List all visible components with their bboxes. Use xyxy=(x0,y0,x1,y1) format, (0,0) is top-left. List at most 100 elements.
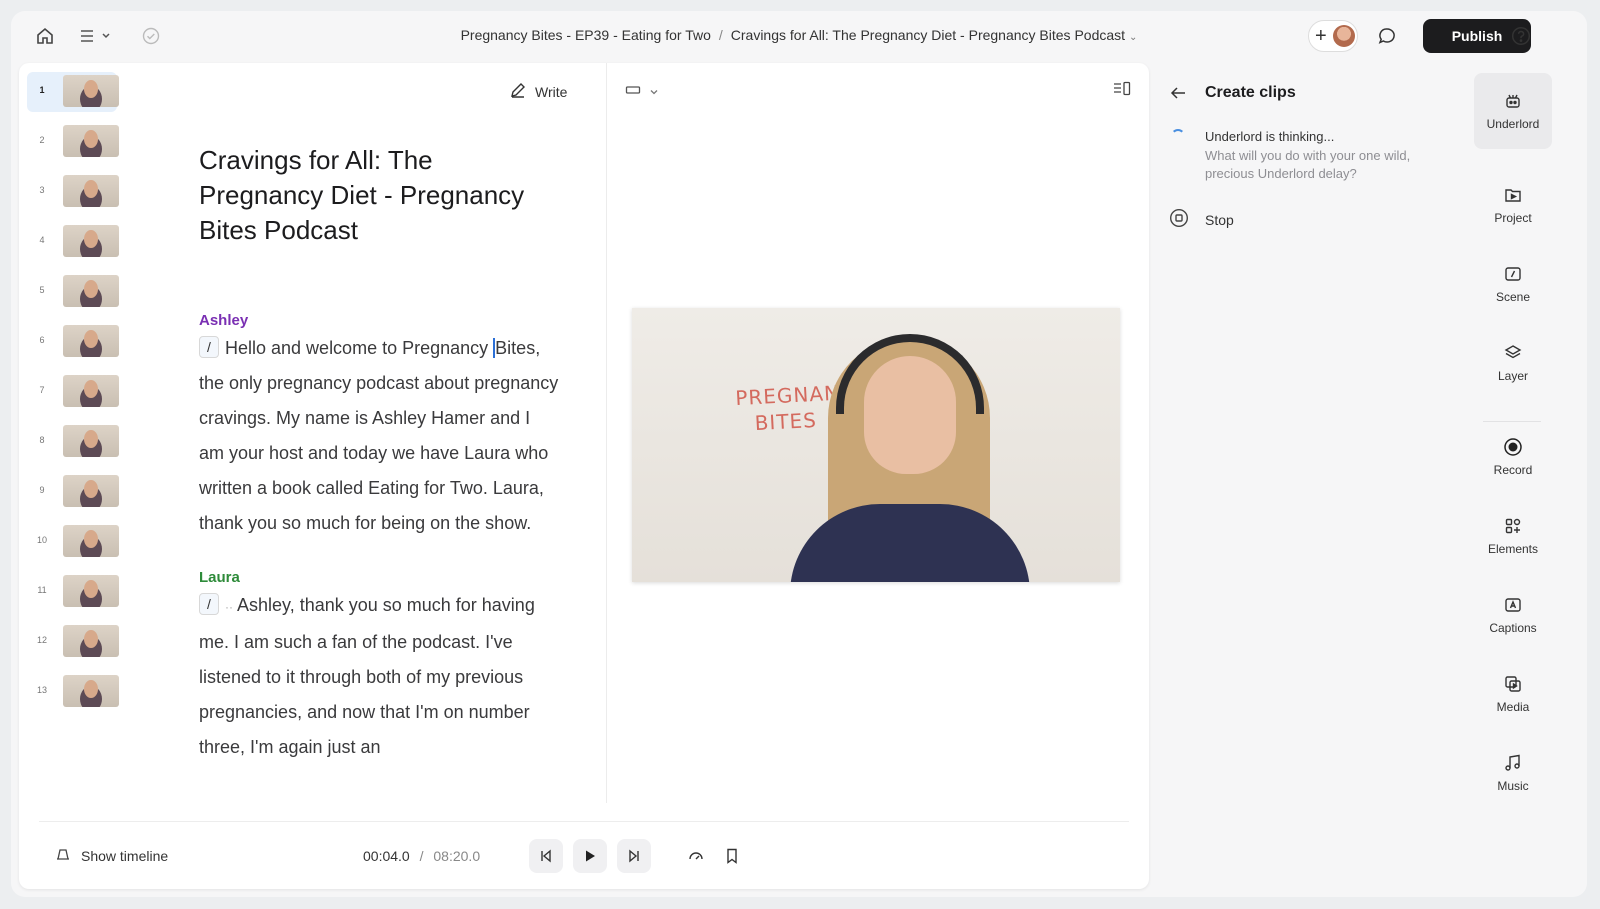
sidebar-item-label: Captions xyxy=(1489,621,1537,635)
show-timeline-label: Show timeline xyxy=(81,847,169,864)
scene-item[interactable]: 11 xyxy=(27,571,127,621)
scene-thumbnail[interactable] xyxy=(63,275,119,307)
scene-thumbnail[interactable] xyxy=(63,125,119,157)
scene-thumbnail[interactable] xyxy=(63,75,119,107)
aspect-ratio-dropdown[interactable] xyxy=(625,83,659,101)
sidebar-item-record[interactable]: Record xyxy=(1474,419,1552,495)
write-button[interactable]: Write xyxy=(509,81,567,102)
panel-title: Create clips xyxy=(1205,84,1296,101)
scene-item[interactable]: 4 xyxy=(27,221,127,271)
breadcrumb-project[interactable]: Pregnancy Bites - EP39 - Eating for Two xyxy=(461,27,711,43)
scene-number: 2 xyxy=(39,135,45,145)
sidebar-item-scene[interactable]: Scene xyxy=(1474,246,1552,322)
transcript-paragraph[interactable]: / ·· Ashley, thank you so much for having … xyxy=(199,588,559,765)
document-title[interactable]: Cravings for All: The Pregnancy Diet - P… xyxy=(199,143,559,248)
breadcrumb-document[interactable]: Cravings for All: The Pregnancy Diet - P… xyxy=(731,27,1125,43)
collaborators-button[interactable]: + xyxy=(1308,20,1358,52)
scene-thumbnail[interactable] xyxy=(63,225,119,257)
chevron-down-icon xyxy=(649,83,659,101)
sidebar-item-music[interactable]: Music xyxy=(1474,735,1552,811)
scene-number: 1 xyxy=(39,85,45,95)
scene-number: 7 xyxy=(39,385,45,395)
sidebar-item-label: Record xyxy=(1493,463,1533,477)
script-document[interactable]: Cravings for All: The Pregnancy Diet - P… xyxy=(199,143,559,803)
stop-label: Stop xyxy=(1205,211,1234,228)
timeline-icon xyxy=(55,847,71,864)
scene-item[interactable]: 13 xyxy=(27,671,127,721)
sidebar-item-project[interactable]: Project xyxy=(1474,167,1552,243)
sidebar-item-underlord[interactable]: Underlord xyxy=(1474,73,1552,149)
speed-icon xyxy=(689,852,703,860)
thinking-status: Underlord is thinking... xyxy=(1205,129,1335,144)
scene-item[interactable]: 5 xyxy=(27,271,127,321)
chevron-down-icon[interactable]: ⌄ xyxy=(1129,32,1137,43)
skip-back-button[interactable] xyxy=(529,839,563,873)
scene-item[interactable]: 7 xyxy=(27,371,127,421)
skip-forward-icon xyxy=(629,849,639,863)
scene-item[interactable]: 8 xyxy=(27,421,127,471)
play-button[interactable] xyxy=(573,839,607,873)
write-label: Write xyxy=(535,83,568,100)
sidebar-item-media[interactable]: Media xyxy=(1474,656,1552,732)
scene-number: 8 xyxy=(39,435,45,445)
divider xyxy=(606,63,607,803)
back-arrow-icon[interactable] xyxy=(1169,85,1187,106)
scene-thumbnail[interactable] xyxy=(63,525,119,557)
shapes-icon xyxy=(1505,518,1521,534)
scene-item[interactable]: 6 xyxy=(27,321,127,371)
scene-thumbnail[interactable] xyxy=(63,325,119,357)
gap-marker: ·· xyxy=(225,600,233,614)
breadcrumb-separator: / xyxy=(718,27,723,43)
scene-thumbnail[interactable] xyxy=(63,425,119,457)
media-icon xyxy=(1505,676,1521,692)
layout-toggle-icon[interactable] xyxy=(1113,81,1131,102)
scene-item[interactable]: 9 xyxy=(27,471,127,521)
scene-break-marker[interactable]: / xyxy=(199,336,219,358)
loop-button[interactable] xyxy=(679,839,713,873)
plus-icon: + xyxy=(1315,25,1327,47)
bookmark-icon xyxy=(727,848,737,864)
total-time: 08:20.0 xyxy=(433,848,481,864)
stop-button[interactable]: Stop xyxy=(1169,208,1234,231)
editor-panel: 1 2 3 4 5 6 7 8 9 10 11 12 13 Write Crav… xyxy=(19,63,1149,889)
current-time: 00:04.0 xyxy=(363,848,410,864)
scene-item[interactable]: 12 xyxy=(27,621,127,671)
time-separator: / xyxy=(419,848,424,864)
speaker-label-ashley[interactable]: Ashley xyxy=(199,312,559,329)
scene-thumbnail[interactable] xyxy=(63,375,119,407)
scene-item[interactable]: 10 xyxy=(27,521,127,571)
scene-number: 10 xyxy=(36,535,47,545)
sidebar-item-layer[interactable]: Layer xyxy=(1474,325,1552,401)
scene-thumbnail[interactable] xyxy=(63,625,119,657)
aspect-ratio-icon xyxy=(625,83,641,101)
help-icon[interactable] xyxy=(1509,24,1533,48)
scene-item[interactable]: 1 xyxy=(27,71,127,121)
record-icon xyxy=(1504,438,1522,456)
play-folder-icon xyxy=(1505,189,1521,202)
scene-thumbnail[interactable] xyxy=(63,475,119,507)
sidebar-item-elements[interactable]: Elements xyxy=(1474,498,1552,574)
scene-item[interactable]: 2 xyxy=(27,121,127,171)
scene-break-marker[interactable]: / xyxy=(199,593,219,615)
scene-number: 6 xyxy=(39,335,45,345)
pen-icon xyxy=(509,81,527,102)
video-preview[interactable]: PREGNANC BITES xyxy=(632,308,1120,582)
transcript-paragraph[interactable]: / Hello and welcome to Pregnancy Bites, t… xyxy=(199,331,559,541)
play-icon xyxy=(586,850,595,862)
scene-list: 1 2 3 4 5 6 7 8 9 10 11 12 13 xyxy=(27,71,127,721)
skip-forward-button[interactable] xyxy=(617,839,651,873)
bookmark-button[interactable] xyxy=(715,839,749,873)
comment-icon[interactable] xyxy=(1375,24,1399,48)
speaker-label-laura[interactable]: Laura xyxy=(199,569,559,586)
scene-number: 13 xyxy=(36,685,47,695)
sidebar-item-captions[interactable]: Captions xyxy=(1474,577,1552,653)
headphones xyxy=(836,334,984,414)
scene-item[interactable]: 3 xyxy=(27,171,127,221)
scene-number: 11 xyxy=(37,585,47,595)
tool-sidebar: Underlord Project Scene Layer Record Ele… xyxy=(1473,63,1553,889)
music-icon xyxy=(1505,754,1520,771)
scene-thumbnail[interactable] xyxy=(63,575,119,607)
show-timeline-button[interactable]: Show timeline xyxy=(55,847,168,864)
scene-thumbnail[interactable] xyxy=(63,175,119,207)
scene-thumbnail[interactable] xyxy=(63,675,119,707)
